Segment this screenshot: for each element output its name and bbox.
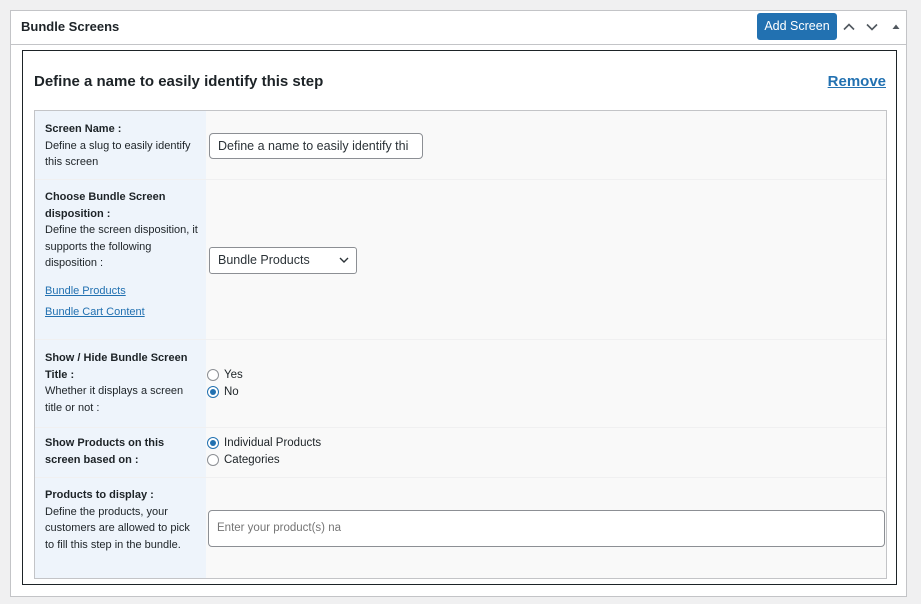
products-based-on-label-cell: Show Products on this screen based on : — [45, 435, 200, 468]
step-title: Define a name to easily identify this st… — [34, 73, 324, 90]
add-screen-button[interactable]: Add Screen — [757, 13, 837, 40]
show-title-yes-label: Yes — [224, 369, 243, 381]
row-divider — [35, 477, 886, 478]
show-title-yes-option[interactable]: Yes — [207, 367, 243, 383]
individual-products-radio[interactable] — [207, 437, 219, 449]
bundle-cart-content-link[interactable]: Bundle Cart Content — [45, 306, 145, 318]
products-display-label: Products to display : — [45, 489, 154, 501]
screen-name-label: Screen Name : — [45, 123, 122, 135]
screen-name-label-cell: Screen Name : Define a slug to easily id… — [45, 121, 200, 171]
remove-link[interactable]: Remove — [828, 73, 886, 90]
move-up-icon[interactable] — [841, 19, 857, 35]
disposition-label-cell: Choose Bundle Screen disposition : Defin… — [45, 189, 200, 321]
products-display-description: Define the products, your customers are … — [45, 505, 190, 551]
row-divider — [35, 339, 886, 340]
categories-option[interactable]: Categories — [207, 452, 280, 468]
panel-title: Bundle Screens — [21, 19, 120, 34]
screen-settings-table: Screen Name : Define a slug to easily id… — [34, 110, 887, 579]
show-title-description: Whether it displays a screen title or no… — [45, 385, 184, 414]
bundle-products-link[interactable]: Bundle Products — [45, 285, 126, 297]
row-divider — [35, 427, 886, 428]
individual-products-label: Individual Products — [224, 437, 322, 449]
show-title-label-cell: Show / Hide Bundle Screen Title : Whethe… — [45, 350, 200, 416]
screen-name-description: Define a slug to easily identify this sc… — [45, 139, 191, 169]
disposition-label: Choose Bundle Screen disposition : — [45, 191, 166, 220]
bundle-screens-panel: Bundle Screens Add Screen Define a name … — [10, 10, 907, 597]
show-title-no-radio[interactable] — [207, 386, 219, 398]
categories-label: Categories — [224, 454, 280, 466]
products-based-on-label: Show Products on this screen based on : — [45, 437, 165, 466]
chevron-down-icon — [339, 257, 349, 263]
panel-header: Bundle Screens Add Screen — [11, 11, 906, 45]
show-title-yes-radio[interactable] — [207, 369, 219, 381]
categories-radio[interactable] — [207, 454, 219, 466]
screen-name-input[interactable]: Define a name to easily identify thi — [209, 133, 423, 159]
show-title-no-label: No — [224, 386, 239, 398]
disposition-select[interactable]: Bundle Products — [209, 247, 357, 274]
move-down-icon[interactable] — [864, 19, 880, 35]
screen-step-box: Define a name to easily identify this st… — [22, 50, 897, 585]
products-search-input[interactable]: Enter your product(s) na — [208, 510, 885, 547]
collapse-toggle-icon[interactable] — [888, 19, 904, 35]
show-title-label: Show / Hide Bundle Screen Title : — [45, 352, 188, 381]
disposition-selected-value: Bundle Products — [218, 253, 310, 267]
disposition-description: Define the screen disposition, it suppor… — [45, 224, 198, 269]
products-display-label-cell: Products to display : Define the product… — [45, 487, 200, 553]
show-title-no-option[interactable]: No — [207, 384, 239, 400]
row-divider — [35, 179, 886, 180]
individual-products-option[interactable]: Individual Products — [207, 435, 321, 451]
